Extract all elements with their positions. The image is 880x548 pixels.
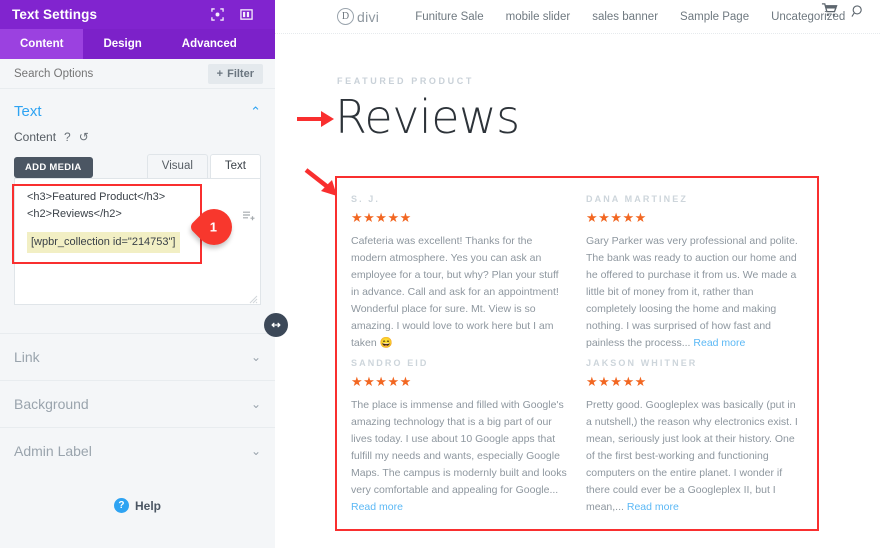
- panel-resize-handle[interactable]: [264, 313, 288, 337]
- textarea-resize-grip[interactable]: [249, 293, 258, 304]
- link-section-label: Link: [14, 349, 40, 365]
- editor-mode-tabs: Visual Text: [145, 154, 261, 178]
- content-label: Content: [14, 130, 57, 144]
- focus-target-icon[interactable]: [211, 8, 224, 21]
- review-card: S. J. ★★★★★ Cafeteria was excellent! Tha…: [351, 194, 568, 358]
- filter-button-label: Filter: [227, 67, 254, 80]
- nav-item-funiture-sale[interactable]: Funiture Sale: [415, 11, 483, 23]
- site-navigation: D divi Funiture Sale mobile slider sales…: [275, 0, 880, 34]
- review-author: DANA MARTINEZ: [586, 194, 688, 204]
- tab-content[interactable]: Content: [0, 29, 84, 59]
- code-line-h3: <h3>Featured Product</h3>: [27, 191, 166, 203]
- tab-visual[interactable]: Visual: [146, 154, 208, 178]
- search-options-input[interactable]: [12, 66, 182, 81]
- review-body: Cafeteria was excellent! Thanks for the …: [351, 233, 568, 352]
- site-logo[interactable]: D divi: [337, 8, 379, 25]
- logo-text: divi: [357, 8, 380, 25]
- review-text: Pretty good. Googleplex was basically (p…: [586, 399, 798, 513]
- shortcode-token: [wpbr_collection id="214753"]: [27, 232, 180, 254]
- chevron-down-icon: ⌄: [250, 350, 261, 364]
- add-layer-icon[interactable]: [242, 209, 256, 223]
- chevron-down-icon: ⌄: [250, 444, 261, 458]
- text-section-header[interactable]: Text ⌃: [0, 89, 275, 130]
- help-question-icon[interactable]: ?: [64, 130, 71, 144]
- help-label: Help: [134, 498, 161, 513]
- review-stars: ★★★★★: [586, 374, 647, 389]
- review-body: Pretty good. Googleplex was basically (p…: [586, 397, 803, 516]
- text-settings-panel: Text Settings Content Design Advanced Se…: [0, 0, 275, 548]
- reset-undo-icon[interactable]: ↺: [79, 130, 89, 144]
- divi-builder-screen: Text Settings Content Design Advanced Se…: [0, 0, 880, 548]
- review-text: The place is immense and filled with Goo…: [351, 399, 567, 496]
- admin-label-section-label: Admin Label: [14, 443, 92, 459]
- review-card: JAKSON WHITNER ★★★★★ Pretty good. Google…: [586, 358, 803, 522]
- settings-accordion: Link ⌄ Background ⌄ Admin Label ⌄: [0, 333, 275, 474]
- search-options-bar: + Filter: [0, 59, 275, 89]
- section-eyebrow: FEATURED PRODUCT: [337, 76, 474, 86]
- cart-icon[interactable]: [821, 3, 842, 23]
- read-more-link[interactable]: Read more: [693, 337, 745, 349]
- chevron-up-icon[interactable]: ⌃: [250, 104, 261, 120]
- search-icon[interactable]: [851, 5, 866, 23]
- review-text: Gary Parker was very professional and po…: [586, 235, 798, 349]
- nav-items: Funiture Sale mobile slider sales banner…: [415, 11, 845, 23]
- panel-header: Text Settings: [0, 0, 275, 29]
- panel-header-icons: [211, 8, 263, 21]
- nav-item-sample-page[interactable]: Sample Page: [680, 11, 749, 23]
- page-title: Reviews: [335, 90, 520, 144]
- tab-advanced[interactable]: Advanced: [162, 29, 257, 59]
- reviews-grid: S. J. ★★★★★ Cafeteria was excellent! Tha…: [337, 178, 817, 522]
- review-stars: ★★★★★: [586, 210, 647, 225]
- sidebar-item-background[interactable]: Background ⌄: [0, 380, 275, 427]
- review-card: SANDRO EID ★★★★★ The place is immense an…: [351, 358, 568, 522]
- nav-item-mobile-slider[interactable]: mobile slider: [506, 11, 571, 23]
- read-more-link[interactable]: Read more: [627, 501, 679, 513]
- review-stars: ★★★★★: [351, 210, 412, 225]
- review-author: S. J.: [351, 194, 381, 204]
- help-icon: ?: [113, 498, 129, 513]
- add-media-button[interactable]: ADD MEDIA: [14, 157, 93, 178]
- filter-button[interactable]: + Filter: [207, 63, 263, 84]
- text-section-title: Text: [14, 103, 42, 120]
- sidebar-item-link[interactable]: Link ⌄: [0, 333, 275, 380]
- review-author: SANDRO EID: [351, 358, 429, 368]
- page-preview: D divi Funiture Sale mobile slider sales…: [275, 0, 880, 548]
- reviews-collection-box: S. J. ★★★★★ Cafeteria was excellent! Tha…: [335, 176, 819, 531]
- settings-tabs: Content Design Advanced: [0, 29, 275, 59]
- review-text: Cafeteria was excellent! Thanks for the …: [351, 235, 559, 349]
- nav-item-sales-banner[interactable]: sales banner: [592, 11, 658, 23]
- logo-mark-icon: D: [337, 8, 354, 25]
- review-body: The place is immense and filled with Goo…: [351, 397, 568, 516]
- filter-plus-icon: +: [216, 67, 224, 80]
- review-stars: ★★★★★: [351, 374, 412, 389]
- panel-title: Text Settings: [12, 7, 98, 22]
- review-author: JAKSON WHITNER: [586, 358, 698, 368]
- chevron-down-icon: ⌄: [250, 397, 261, 411]
- editor-toolbar: ADD MEDIA Visual Text: [14, 152, 261, 178]
- content-label-row: Content ? ↺: [0, 130, 275, 152]
- split-panel-icon[interactable]: [240, 8, 253, 21]
- sidebar-item-admin-label[interactable]: Admin Label ⌄: [0, 427, 275, 474]
- background-section-label: Background: [14, 396, 89, 412]
- read-more-link[interactable]: Read more: [351, 501, 403, 513]
- nav-icons: [821, 2, 866, 24]
- review-card: DANA MARTINEZ ★★★★★ Gary Parker was very…: [586, 194, 803, 358]
- annotation-arrow-title: [297, 111, 334, 127]
- tab-text[interactable]: Text: [209, 154, 261, 178]
- review-body: Gary Parker was very professional and po…: [586, 233, 803, 352]
- tab-design[interactable]: Design: [83, 29, 161, 59]
- help-button[interactable]: ? Help: [0, 498, 275, 513]
